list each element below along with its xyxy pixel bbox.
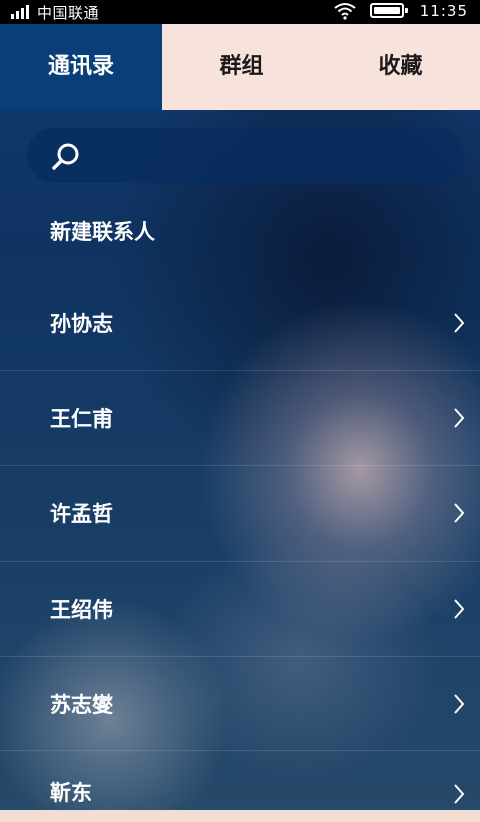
contact-name: 王仁甫 bbox=[50, 407, 113, 431]
chevron-right-icon bbox=[454, 784, 465, 804]
contact-row[interactable]: 许孟哲 bbox=[0, 466, 480, 560]
contact-row[interactable]: 王仁甫 bbox=[0, 371, 480, 465]
contact-list: 孙协志 王仁甫 许孟哲 王绍伟 苏志燮 靳东 bbox=[0, 0, 480, 822]
chevron-right-icon bbox=[454, 503, 465, 523]
contact-row[interactable]: 靳东 bbox=[0, 745, 480, 810]
bottom-bar bbox=[0, 810, 480, 822]
chevron-right-icon bbox=[454, 313, 465, 333]
contact-name: 靳东 bbox=[50, 781, 92, 805]
contact-row[interactable]: 王绍伟 bbox=[0, 562, 480, 656]
contact-name: 许孟哲 bbox=[50, 502, 113, 526]
contact-row[interactable]: 孙协志 bbox=[0, 276, 480, 370]
contact-row[interactable]: 苏志燮 bbox=[0, 657, 480, 751]
chevron-right-icon bbox=[454, 694, 465, 714]
chevron-right-icon bbox=[454, 599, 465, 619]
contact-name: 孙协志 bbox=[50, 312, 113, 336]
chevron-right-icon bbox=[454, 408, 465, 428]
contact-name: 苏志燮 bbox=[50, 693, 113, 717]
contact-name: 王绍伟 bbox=[50, 598, 113, 622]
